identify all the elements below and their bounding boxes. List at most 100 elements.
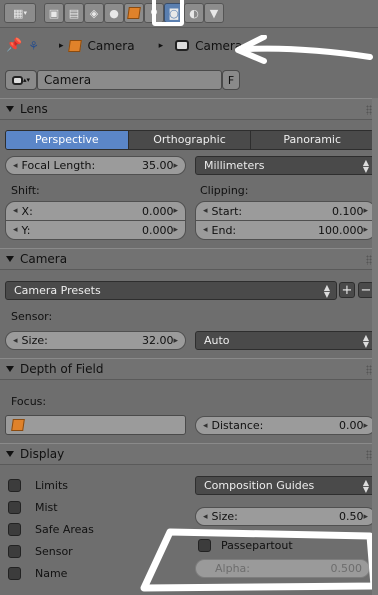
checkbox-label: Mist	[35, 501, 58, 514]
updown-arrows-icon: ▲ ▼	[362, 332, 369, 349]
shift-y-value: 0.000	[141, 223, 174, 237]
lens-unit-value: Millimeters	[204, 159, 265, 172]
sensor-size-value: 32.00	[141, 334, 174, 347]
collapse-triangle-icon	[6, 106, 14, 112]
focus-label: Focus:	[11, 395, 47, 408]
increment-arrow-icon[interactable]: ▸	[173, 161, 178, 171]
increment-arrow-icon[interactable]: ▸	[173, 206, 178, 216]
fake-user-button[interactable]: F	[222, 70, 240, 90]
chevron-right-icon: ▸	[58, 40, 64, 51]
breadcrumb-object: Camera	[87, 38, 135, 53]
increment-arrow-icon[interactable]: ▸	[363, 225, 368, 235]
perspective-button[interactable]: Perspective	[6, 131, 128, 149]
clip-end-value: 100.000	[317, 223, 364, 237]
composition-guides-value: Composition Guides	[204, 479, 315, 492]
decrement-arrow-icon[interactable]: ◂	[203, 512, 208, 522]
highlight-outline	[140, 528, 378, 592]
camera-presets-value: Camera Presets	[14, 284, 101, 297]
increment-arrow-icon[interactable]: ▸	[173, 336, 178, 346]
sensor-size-field[interactable]: ◂ Size: 32.00 ▸	[5, 331, 186, 350]
focal-length-field[interactable]: ◂ Focal Length: 35.00 ▸	[5, 156, 186, 175]
clip-end-field[interactable]: ◂ End: 100.000 ▸	[195, 221, 376, 240]
minus-icon: −	[360, 282, 372, 298]
decrement-arrow-icon[interactable]: ◂	[203, 206, 208, 216]
camera-presets-dropdown[interactable]: Camera Presets ▲ ▼	[5, 281, 337, 300]
dof-panel-header[interactable]: Depth of Field	[0, 358, 378, 380]
pin-icon[interactable]: 📌	[6, 38, 22, 53]
object-tab[interactable]	[124, 3, 144, 23]
collapse-triangle-icon	[6, 366, 14, 372]
sensor-fit-value: Auto	[204, 334, 230, 347]
checkbox-box[interactable]	[8, 479, 21, 492]
display-panel-header[interactable]: Display	[0, 443, 378, 465]
focus-distance-label: Distance:	[211, 419, 264, 432]
clip-start-value: 0.100	[331, 204, 364, 218]
collapse-triangle-icon	[6, 451, 14, 457]
display-size-label: Size:	[211, 510, 238, 523]
safe-areas-checkbox[interactable]: Safe Areas	[8, 523, 94, 536]
camera-data-icon	[11, 75, 23, 85]
increment-arrow-icon[interactable]: ▸	[363, 512, 368, 522]
increment-arrow-icon[interactable]: ▸	[363, 421, 368, 431]
shift-label: Shift:	[11, 184, 40, 197]
shift-x-field[interactable]: ◂ X: 0.000 ▸	[5, 201, 186, 221]
decrement-arrow-icon[interactable]: ◂	[13, 336, 18, 346]
mist-checkbox[interactable]: Mist	[8, 501, 58, 514]
increment-arrow-icon[interactable]: ▸	[173, 225, 178, 235]
texture-icon: ▼	[209, 6, 219, 20]
sensor-fit-dropdown[interactable]: Auto ▲ ▼	[195, 331, 376, 350]
checkbox-label: Safe Areas	[35, 523, 94, 536]
projection-type-selector: Perspective Orthographic Panoramic	[5, 130, 374, 150]
limits-checkbox[interactable]: Limits	[8, 479, 68, 492]
lens-panel-title: Lens	[20, 102, 48, 116]
clip-end-label: End:	[211, 223, 237, 237]
decrement-arrow-icon[interactable]: ◂	[13, 225, 18, 235]
add-preset-button[interactable]: +	[339, 282, 355, 298]
name-checkbox[interactable]: Name	[8, 567, 67, 580]
world-tab[interactable]: ●	[104, 3, 124, 23]
clip-start-label: Start:	[211, 204, 243, 218]
composition-guides-dropdown[interactable]: Composition Guides ▲ ▼	[195, 476, 376, 495]
display-size-value: 0.50	[338, 510, 364, 523]
render-tab[interactable]: ▣	[44, 3, 64, 23]
checkbox-box[interactable]	[8, 545, 21, 558]
focal-length-value: 35.00	[141, 159, 174, 172]
lens-panel-header[interactable]: Lens	[0, 98, 378, 120]
scrollbar[interactable]	[372, 98, 378, 595]
camera-panel-header[interactable]: Camera	[0, 248, 378, 270]
panoramic-button[interactable]: Panoramic	[250, 131, 373, 149]
sensor-checkbox[interactable]: Sensor	[8, 545, 73, 558]
shift-y-field[interactable]: ◂ Y: 0.000 ▸	[5, 221, 186, 240]
updown-arrows-icon: ▲ ▼	[323, 282, 330, 299]
focus-object-field[interactable]	[5, 415, 186, 435]
checkbox-box[interactable]	[8, 501, 21, 514]
clip-start-field[interactable]: ◂ Start: 0.100 ▸	[195, 201, 376, 221]
decrement-arrow-icon[interactable]: ◂	[203, 225, 208, 235]
checkbox-box[interactable]	[8, 523, 21, 536]
editor-type-button[interactable]: ▦ ▾	[4, 3, 36, 23]
world-icon: ●	[109, 6, 119, 20]
datablock-name-field[interactable]: Camera	[37, 70, 222, 90]
arrow-annotation-icon	[235, 35, 373, 64]
texture-tab[interactable]: ▼	[204, 3, 224, 23]
display-panel-title: Display	[20, 447, 65, 461]
scene-tab[interactable]: ◈	[84, 3, 104, 23]
increment-arrow-icon[interactable]: ▸	[363, 206, 368, 216]
checkbox-label: Name	[35, 567, 68, 580]
layers-tab[interactable]: ▤	[64, 3, 84, 23]
updown-arrows-icon: ▲ ▼	[362, 477, 369, 494]
focus-distance-field[interactable]: ◂ Distance: 0.00 ▸	[195, 416, 376, 435]
display-size-field[interactable]: ◂ Size: 0.50 ▸	[195, 507, 376, 526]
breadcrumb: 📌 ⚘ ▸ Camera ▸ Camera	[0, 29, 378, 64]
decrement-arrow-icon[interactable]: ◂	[13, 206, 18, 216]
highlight-box	[152, 0, 184, 26]
lens-unit-dropdown[interactable]: Millimeters ▲ ▼	[195, 156, 376, 175]
datablock-browse-button[interactable]: ▴▾	[5, 70, 37, 90]
scene-icon: ◈	[89, 6, 99, 20]
material-tab[interactable]: ◐	[184, 3, 204, 23]
decrement-arrow-icon[interactable]: ◂	[203, 421, 208, 431]
decrement-arrow-icon[interactable]: ◂	[13, 161, 18, 171]
properties-tab-strip: ▦ ▾ ▣ ▤ ◈ ● ⚲ ◙ ◐ ▼	[0, 0, 378, 28]
orthographic-button[interactable]: Orthographic	[127, 131, 251, 149]
checkbox-box[interactable]	[8, 567, 21, 580]
